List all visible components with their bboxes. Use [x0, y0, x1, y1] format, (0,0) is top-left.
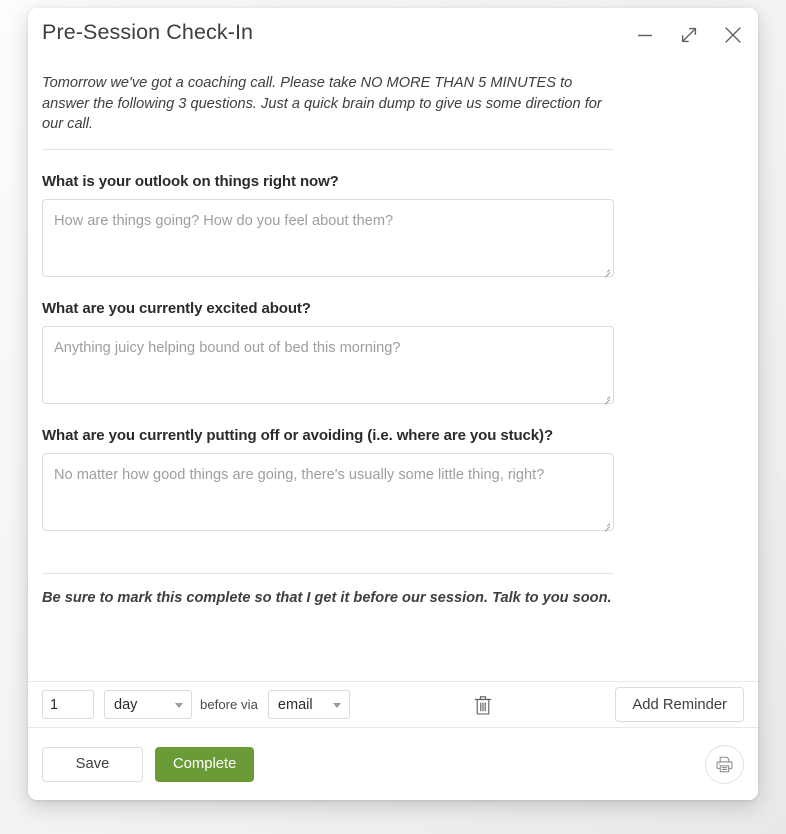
minimize-icon — [638, 34, 652, 37]
question-label-3: What are you currently putting off or av… — [42, 426, 554, 444]
expand-icon — [681, 27, 697, 43]
question-block-1: What is your outlook on things right now… — [42, 172, 614, 278]
close-button[interactable] — [720, 22, 746, 48]
chevron-down-icon — [175, 702, 183, 708]
minimize-button[interactable] — [632, 22, 658, 48]
answer-placeholder-2: Anything juicy helping bound out of bed … — [54, 339, 401, 356]
complete-button[interactable]: Complete — [155, 746, 255, 782]
question-label-2: What are you currently excited about? — [42, 299, 311, 317]
intro-text: Tomorrow we've got a coaching call. Plea… — [42, 75, 602, 132]
reminder-channel-select[interactable]: email — [267, 690, 350, 719]
question-label-1: What is your outlook on things right now… — [42, 172, 339, 190]
reminder-channel-value: email — [277, 696, 313, 713]
answer-placeholder-3: No matter how good things are going, the… — [54, 466, 545, 483]
expand-button[interactable] — [676, 22, 702, 48]
dialog-content: Tomorrow we've got a coaching call. Plea… — [28, 64, 758, 666]
add-reminder-button[interactable]: Add Reminder — [615, 687, 744, 722]
close-icon — [725, 27, 741, 43]
answer-textarea-1[interactable]: How are things going? How do you feel ab… — [42, 198, 614, 278]
answer-placeholder-1: How are things going? How do you feel ab… — [54, 212, 394, 229]
reminder-unit-value: day — [114, 696, 138, 713]
resize-grip-icon-3[interactable] — [601, 519, 611, 532]
delete-reminder-button[interactable] — [470, 692, 496, 718]
pre-session-check-in-dialog: Pre-Session Check-In Tomorrow we've got … — [28, 8, 758, 800]
dialog-footer: Save Complete — [28, 728, 758, 800]
resize-grip-icon-2[interactable] — [601, 392, 611, 405]
printer-icon — [716, 756, 733, 772]
answer-textarea-2[interactable]: Anything juicy helping bound out of bed … — [42, 325, 614, 405]
answer-textarea-3[interactable]: No matter how good things are going, the… — [42, 452, 614, 532]
resize-grip-icon-1[interactable] — [601, 265, 611, 278]
save-button[interactable]: Save — [42, 746, 143, 782]
page-title: Pre-Session Check-In — [42, 20, 254, 44]
reminder-amount-input[interactable] — [42, 690, 94, 719]
chevron-down-icon — [332, 702, 341, 708]
question-block-3: What are you currently putting off or av… — [42, 426, 614, 532]
question-block-2: What are you currently excited about? An… — [42, 299, 614, 405]
window-controls — [632, 22, 746, 48]
reminder-unit-select[interactable]: day — [104, 690, 192, 719]
print-button[interactable] — [705, 744, 744, 784]
closing-text: Be sure to mark this complete so that I … — [42, 589, 612, 606]
closing-divider — [42, 572, 614, 574]
reminder-row: day before via email Add Reminder — [28, 681, 758, 728]
reminder-middle-label: before via — [200, 697, 258, 712]
intro-divider — [42, 148, 614, 150]
trash-icon — [474, 695, 492, 715]
dialog-titlebar: Pre-Session Check-In — [28, 8, 758, 64]
